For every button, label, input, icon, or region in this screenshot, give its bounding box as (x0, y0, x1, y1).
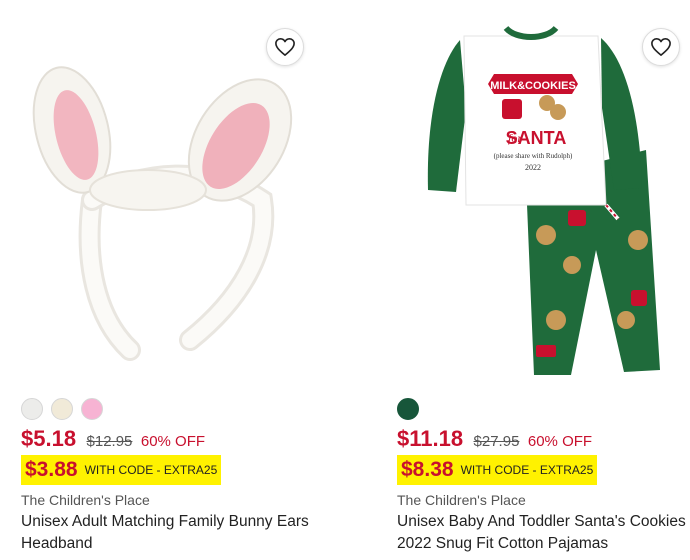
promo-price: $8.38 (401, 458, 454, 481)
color-swatches (21, 398, 103, 420)
santa-pajamas-image: MILK&COOKIES for SANTA (please share wit… (427, 25, 660, 375)
promo-badge: $8.38 WITH CODE - EXTRA25 (397, 455, 598, 485)
heart-icon (651, 38, 671, 56)
promo-code-text: WITH CODE - EXTRA25 (460, 463, 594, 477)
svg-text:SANTA: SANTA (506, 128, 567, 148)
color-swatches (397, 398, 419, 420)
brand-name: The Children's Place (21, 492, 150, 508)
svg-text:2022: 2022 (525, 163, 541, 172)
product-card-santa-pajamas[interactable]: MILK&COOKIES for SANTA (please share wit… (376, 0, 690, 560)
svg-text:MILK&COOKIES: MILK&COOKIES (490, 80, 576, 92)
original-price: $27.95 (473, 433, 520, 450)
swatch-green[interactable] (397, 398, 419, 420)
price-row: $5.18 $12.95 60% OFF (21, 426, 205, 452)
swatch-white[interactable] (21, 398, 43, 420)
discount-label: 60% OFF (527, 433, 593, 450)
promo-badge: $3.88 WITH CODE - EXTRA25 (21, 455, 222, 485)
sale-price: $11.18 (397, 426, 464, 451)
price-row: $11.18 $27.95 60% OFF (397, 426, 592, 452)
promo-code-text: WITH CODE - EXTRA25 (84, 463, 218, 477)
favorite-button[interactable] (266, 28, 304, 66)
product-card-bunny-ears[interactable]: $5.18 $12.95 60% OFF $3.88 WITH CODE - E… (0, 0, 345, 560)
original-price: $12.95 (86, 433, 133, 450)
product-image[interactable]: MILK&COOKIES for SANTA (please share wit… (376, 0, 690, 390)
sale-price: $5.18 (21, 426, 77, 451)
promo-price: $3.88 (25, 458, 78, 481)
brand-name: The Children's Place (397, 492, 526, 508)
swatch-pink[interactable] (81, 398, 103, 420)
svg-text:(please share with Rudolph): (please share with Rudolph) (494, 152, 573, 160)
heart-icon (275, 38, 295, 56)
favorite-button[interactable] (642, 28, 680, 66)
product-title[interactable]: Unisex Baby And Toddler Santa's Cookies … (397, 511, 690, 555)
product-title[interactable]: Unisex Adult Matching Family Bunny Ears … (21, 511, 321, 555)
swatch-cream[interactable] (51, 398, 73, 420)
discount-label: 60% OFF (140, 433, 206, 450)
